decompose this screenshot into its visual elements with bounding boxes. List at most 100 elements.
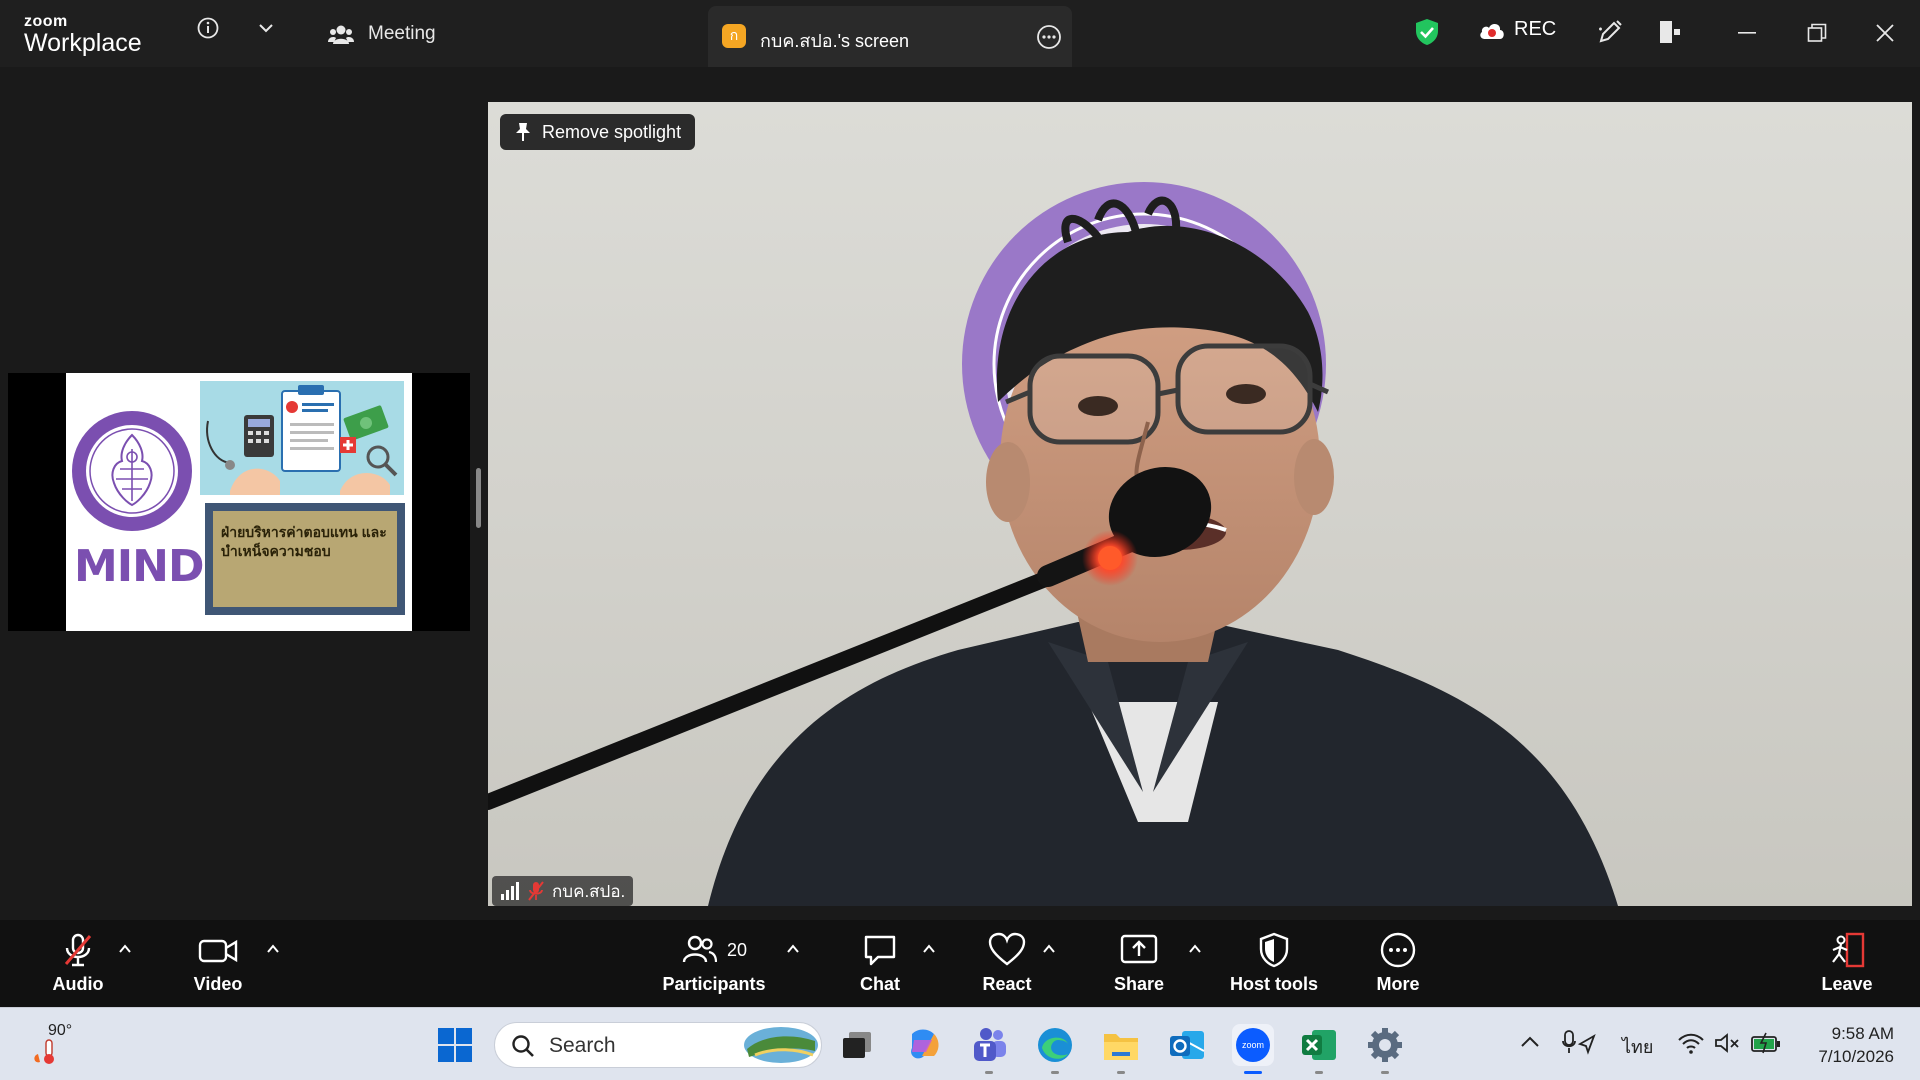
more-dots-icon [1380,932,1416,968]
microphone-location-icon[interactable] [1562,1030,1596,1061]
remove-spotlight-button[interactable]: Remove spotlight [500,114,696,150]
running-indicator [1051,1071,1059,1074]
teams-icon[interactable] [968,1024,1010,1074]
screen-tab-badge: ก [722,24,746,48]
weather-temp: 90° [48,1022,73,1039]
windows-taskbar: 90° Search zoom ไทย 9:58 AM 7/10/2026 [0,1007,1920,1080]
screen-tab-title: กบค.สปอ.'s screen [760,31,910,51]
share-options-caret-icon[interactable] [1188,942,1202,956]
file-explorer-icon[interactable] [1100,1024,1142,1074]
chat-bubble-icon [864,935,896,966]
copilot-icon[interactable] [902,1024,944,1066]
edge-icon[interactable] [1034,1024,1076,1074]
host-tools-button[interactable]: Host tools [1226,932,1322,995]
mind-logo-text: MIND [74,541,205,592]
spotlight-video[interactable]: Remove spotlight กบค.สปอ. [488,102,1912,906]
participants-options-caret-icon[interactable] [786,942,800,956]
audio-button[interactable]: Audio [50,932,106,995]
chevron-down-icon[interactable] [256,18,276,38]
clock-date: 7/10/2026 [1818,1047,1894,1066]
zoom-app-label: zoom [1242,1040,1264,1050]
more-options-icon[interactable] [1036,24,1062,55]
share-label: Share [1113,974,1165,994]
title-bar: zoom Workplace Meeting ก กบค.สปอ.'s scre… [0,0,1920,67]
meeting-stage: MIND ฝ่ายบริหารค่าตอบแทน และ บำเหน็จความ… [0,67,1920,920]
zoom-taskbar-icon[interactable]: zoom [1232,1024,1274,1074]
video-camera-icon [198,939,238,963]
recording-indicator[interactable]: REC [1478,18,1556,41]
panel-resize-handle[interactable] [476,468,481,528]
outlook-icon[interactable] [1166,1024,1208,1066]
ministry-seal-icon [72,411,192,531]
participants-label: Participants [662,974,766,994]
system-clock[interactable]: 9:58 AM 7/10/2026 [1800,1022,1894,1068]
people-icon [328,25,354,44]
pin-icon [516,123,530,141]
screen-share-tab[interactable]: ก กบค.สปอ.'s screen [708,6,1072,67]
participants-button[interactable]: 20 Participants [662,932,766,995]
start-windows-icon[interactable] [434,1024,476,1066]
finance-illustration [200,381,404,495]
meeting-tab-label: Meeting [368,23,436,44]
brand-top: zoom [24,13,68,30]
slide-caption-text: ฝ่ายบริหารค่าตอบแทน และ บำเหน็จความชอบ [213,511,397,607]
battery-charging-icon[interactable] [1750,1032,1782,1059]
thermometer-icon [34,1039,54,1064]
meeting-tab[interactable]: Meeting [328,14,436,54]
running-indicator [1117,1071,1125,1074]
zoom-workplace-logo: zoom Workplace [24,14,142,56]
slide-caption-box: ฝ่ายบริหารค่าตอบแทน และ บำเหน็จความชอบ [205,503,405,615]
more-button[interactable]: More [1370,932,1426,995]
chat-options-caret-icon[interactable] [922,942,936,956]
rec-label: REC [1514,18,1557,40]
active-indicator [1244,1071,1262,1074]
minimize-icon[interactable] [1734,20,1760,46]
react-options-caret-icon[interactable] [1042,942,1056,956]
search-highlight-image [744,1027,818,1063]
host-tools-label: Host tools [1230,974,1318,994]
chat-button[interactable]: Chat [860,932,900,995]
wifi-icon[interactable] [1678,1032,1704,1059]
more-label: More [1376,974,1420,994]
show-hidden-icons-chevron-icon[interactable] [1520,1034,1540,1053]
video-options-caret-icon[interactable] [266,942,280,956]
clock-time: 9:58 AM [1831,1024,1894,1043]
cloud-record-icon [1480,23,1504,39]
speaker-video-frame [488,182,1618,906]
react-button[interactable]: React [982,932,1032,995]
leave-door-icon [1832,932,1865,968]
view-panel-icon[interactable] [1656,18,1684,46]
speaker-muted-icon[interactable] [1714,1032,1740,1059]
share-button[interactable]: Share [1114,932,1164,995]
shared-screen-thumbnail[interactable]: MIND ฝ่ายบริหารค่าตอบแทน และ บำเหน็จความ… [8,373,470,631]
input-language[interactable]: ไทย [1622,1032,1653,1061]
mic-muted-icon [528,881,544,901]
brand-bottom: Workplace [24,29,142,57]
restore-icon[interactable] [1804,20,1830,46]
remove-spotlight-label: Remove spotlight [542,121,682,142]
encryption-shield-icon[interactable] [1414,18,1440,46]
task-view-icon[interactable] [836,1024,878,1066]
participants-icon [682,935,717,963]
close-icon[interactable] [1872,20,1898,46]
share-screen-icon [1120,934,1158,964]
leave-button[interactable]: Leave [1820,932,1874,995]
leave-label: Leave [1821,974,1873,994]
zoom-app-window: zoom Workplace Meeting ก กบค.สปอ.'s scre… [0,0,1920,1080]
weather-widget[interactable]: 90° [28,1022,88,1066]
info-icon[interactable] [196,16,220,40]
excel-icon[interactable] [1298,1024,1340,1074]
search-placeholder: Search [549,1034,616,1057]
taskbar-search-box[interactable]: Search [494,1022,822,1068]
running-indicator [1315,1071,1323,1074]
running-indicator [1381,1071,1389,1074]
meeting-toolbar: Audio Video 20 Participants Chat React S… [0,920,1920,1007]
chat-label: Chat [860,974,900,994]
signal-strength-icon [501,882,519,900]
host-shield-icon [1259,932,1289,968]
settings-gear-icon[interactable] [1364,1024,1406,1074]
annotate-pen-icon[interactable] [1596,18,1624,46]
audio-label: Audio [52,974,104,994]
video-button[interactable]: Video [190,932,246,995]
audio-options-caret-icon[interactable] [118,942,132,956]
